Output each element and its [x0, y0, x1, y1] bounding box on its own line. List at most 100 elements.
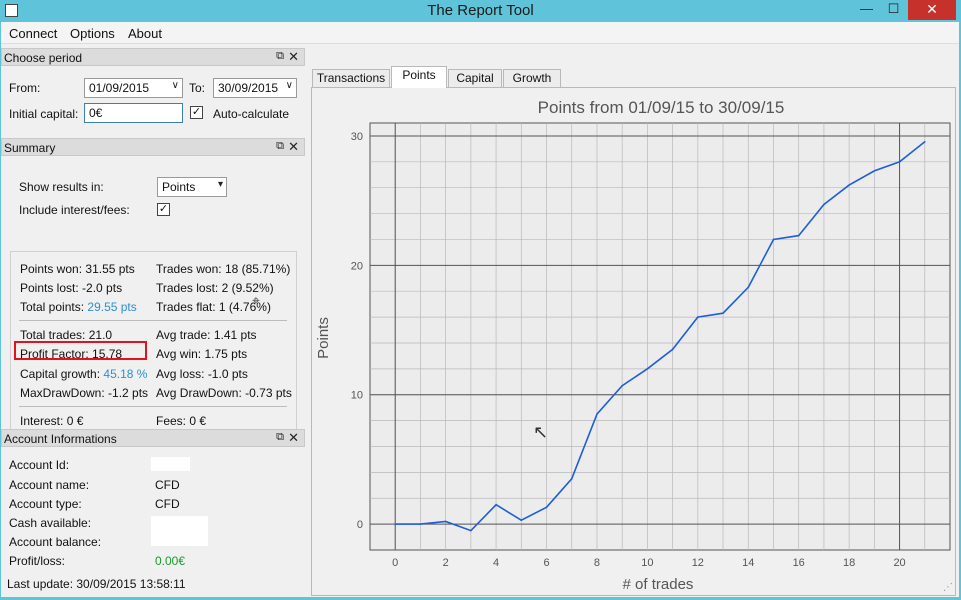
- avg-trade-row: Avg trade: 1.41 pts: [156, 328, 257, 342]
- chart-x-axis-label: # of trades: [623, 576, 694, 593]
- profit-loss-label: Profit/loss:: [9, 554, 66, 568]
- menu-bar: Connect Options About: [1, 22, 959, 44]
- data-point: [772, 238, 775, 241]
- data-point: [520, 519, 523, 522]
- report-tabs: Points from 01/09/15 to 30/09/15 # of tr…: [311, 66, 956, 596]
- plot-background: [369, 122, 951, 551]
- y-tick-label: 30: [351, 131, 363, 143]
- crosshair-cursor-icon: ⌖: [252, 292, 260, 308]
- x-tick-label: 20: [893, 557, 905, 569]
- chevron-down-icon: ∨: [171, 80, 179, 91]
- summary-dock-header: Summary ⧉ ✕: [1, 138, 305, 156]
- data-point: [419, 523, 422, 525]
- menu-options[interactable]: Options: [70, 26, 115, 41]
- data-point: [898, 161, 901, 163]
- include-interest-label: Include interest/fees:: [19, 203, 130, 217]
- account-balance-label: Account balance:: [9, 535, 102, 549]
- chevron-down-icon: ∨: [285, 80, 293, 91]
- window-title: The Report Tool: [427, 2, 534, 19]
- x-tick-label: 14: [742, 557, 754, 569]
- total-trades-value: 21.0: [88, 328, 113, 342]
- maxdrawdown-value: -1.2 pts: [108, 386, 149, 400]
- to-date-picker[interactable]: 30/09/2015 ∨: [213, 78, 297, 98]
- include-interest-checkbox[interactable]: ✓: [157, 203, 170, 216]
- account-dock-header: Account Informations ⧉ ✕: [1, 429, 305, 447]
- x-tick-label: 16: [793, 557, 805, 569]
- avg-win-label: Avg win:: [156, 347, 202, 361]
- x-tick-label: 10: [641, 557, 653, 569]
- maxdrawdown-label: MaxDrawDown:: [20, 386, 105, 400]
- mouse-pointer-icon: ↖: [533, 422, 549, 442]
- resize-grip-icon[interactable]: ⋰: [943, 582, 953, 593]
- profit-loss-value: 0.00€: [155, 554, 186, 568]
- summary-dock-title: Summary: [4, 141, 56, 155]
- points-won-label: Points won:: [20, 262, 83, 276]
- total-points-label: Total points:: [20, 300, 85, 314]
- points-tab-pane: Points from 01/09/15 to 30/09/15 # of tr…: [311, 87, 956, 596]
- to-label: To:: [189, 81, 206, 95]
- tab-growth[interactable]: Growth: [503, 69, 561, 88]
- tab-points[interactable]: Points: [391, 66, 447, 88]
- minimize-button[interactable]: —: [853, 0, 880, 20]
- menu-connect[interactable]: Connect: [9, 26, 57, 41]
- data-point: [747, 286, 750, 289]
- account-id-value: [151, 457, 190, 471]
- avg-loss-label: Avg loss:: [156, 367, 205, 381]
- fees-value: 0 €: [189, 414, 207, 428]
- account-type-value: CFD: [155, 497, 180, 511]
- float-icon[interactable]: ⧉: [276, 431, 284, 444]
- points-lost-row: Points lost: -2.0 pts: [20, 281, 122, 295]
- tab-transactions[interactable]: Transactions: [312, 69, 390, 88]
- total-points-row: Total points: 29.55 pts: [20, 300, 137, 314]
- initial-capital-input[interactable]: 0€: [84, 103, 183, 123]
- close-icon[interactable]: ✕: [288, 49, 299, 65]
- account-dock-title: Account Informations: [4, 432, 117, 446]
- data-point: [923, 140, 926, 143]
- close-icon[interactable]: ✕: [288, 139, 299, 155]
- menu-about[interactable]: About: [128, 26, 162, 41]
- period-dock-header: Choose period ⧉ ✕: [1, 48, 305, 66]
- capital-growth-highlight: [14, 341, 147, 360]
- tab-capital[interactable]: Capital: [448, 69, 502, 88]
- avg-loss-row: Avg loss: -1.0 pts: [156, 367, 248, 381]
- auto-calculate-checkbox[interactable]: ✓: [190, 106, 203, 119]
- interest-value: 0 €: [66, 414, 84, 428]
- from-date-value: 01/09/2015: [89, 81, 150, 95]
- maximize-button[interactable]: ☐: [880, 0, 907, 20]
- chart-title: Points from 01/09/15 to 30/09/15: [538, 98, 785, 117]
- total-points-value: 29.55 pts: [87, 300, 137, 314]
- points-won-value: 31.55 pts: [85, 262, 135, 276]
- data-point: [823, 203, 825, 206]
- capital-growth-row: Capital growth: 45.18 %: [20, 367, 147, 381]
- from-label: From:: [9, 81, 41, 95]
- y-tick-label: 20: [351, 260, 363, 272]
- total-trades-label: Total trades:: [20, 328, 86, 342]
- from-date-picker[interactable]: 01/09/2015 ∨: [84, 78, 183, 98]
- trades-won-row: Trades won: 18 (85.71%): [156, 262, 290, 276]
- data-point: [671, 348, 674, 351]
- fees-label: Fees:: [156, 414, 187, 428]
- cash-available-label: Cash available:: [9, 516, 92, 530]
- chart-y-axis-label: Points: [315, 317, 332, 359]
- avg-trade-value: 1.41 pts: [213, 328, 257, 342]
- data-point: [394, 523, 397, 525]
- points-won-row: Points won: 31.55 pts: [20, 262, 135, 276]
- float-icon[interactable]: ⧉: [276, 50, 284, 63]
- points-lost-label: Points lost:: [20, 281, 79, 295]
- close-button[interactable]: ✕: [908, 0, 956, 20]
- account-name-value: CFD: [155, 478, 180, 492]
- x-tick-label: 8: [594, 557, 600, 569]
- initial-capital-value: 0€: [89, 106, 103, 120]
- data-point: [596, 413, 598, 415]
- trades-flat-value: 1 (4.76%): [218, 300, 271, 314]
- data-point: [570, 478, 573, 480]
- account-name-label: Account name:: [9, 478, 90, 492]
- data-point: [646, 368, 649, 370]
- show-results-select[interactable]: Points ▾: [157, 177, 227, 197]
- status-last-update: Last update: 30/09/2015 13:58:11: [7, 577, 186, 591]
- close-icon[interactable]: ✕: [288, 430, 299, 446]
- x-tick-label: 12: [692, 557, 704, 569]
- float-icon[interactable]: ⧉: [276, 140, 284, 153]
- trades-flat-label: Trades flat:: [156, 300, 216, 314]
- data-point: [797, 234, 800, 237]
